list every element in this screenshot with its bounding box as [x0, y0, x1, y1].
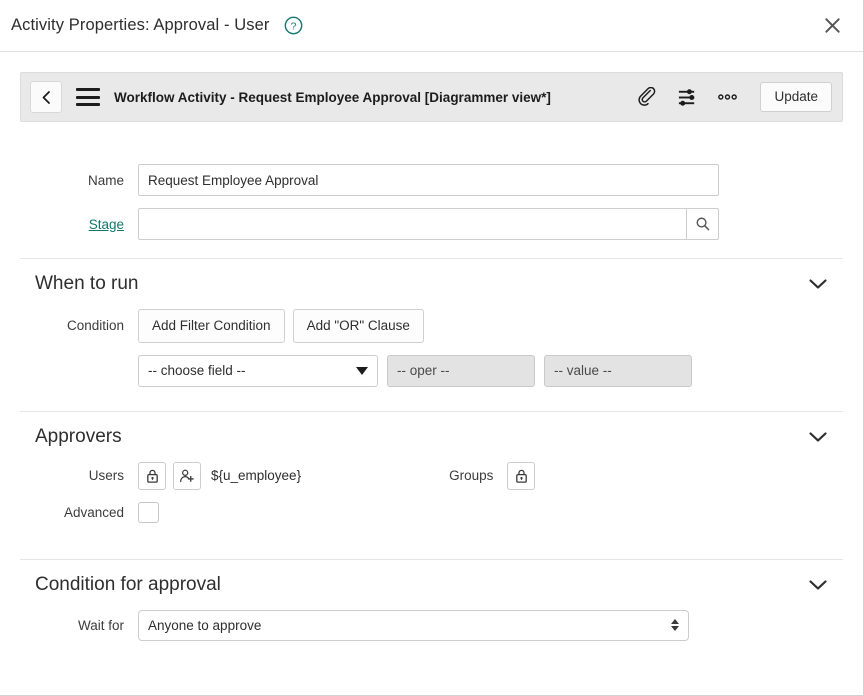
name-row: Name — [20, 164, 843, 196]
condition-label: Condition — [20, 318, 138, 333]
operator-field[interactable]: -- oper -- — [387, 355, 535, 387]
stage-label-link[interactable]: Stage — [89, 217, 124, 232]
search-icon[interactable] — [686, 208, 719, 240]
form-toolbar-actions: Update — [636, 82, 832, 112]
users-row: Users — [20, 462, 843, 490]
section-condition-for-approval: Condition for approval Wait for Anyone t… — [20, 559, 843, 659]
chevron-down-icon[interactable] — [807, 574, 829, 596]
section-when-to-run: When to run Condition Add Filter Conditi… — [20, 258, 843, 393]
close-icon[interactable] — [815, 9, 849, 43]
wait-for-value: Anyone to approve — [148, 618, 261, 633]
groups-label: Groups — [449, 468, 507, 483]
stage-input[interactable] — [138, 208, 686, 240]
more-horizontal-icon[interactable] — [716, 86, 738, 108]
stage-reference-group — [138, 208, 719, 240]
condition-row: Condition Add Filter Condition Add "OR" … — [20, 309, 843, 343]
form-title: Workflow Activity - Request Employee App… — [114, 90, 636, 105]
wait-for-label: Wait for — [20, 618, 138, 633]
form-toolbar: Workflow Activity - Request Employee App… — [20, 72, 843, 122]
add-filter-condition-button[interactable]: Add Filter Condition — [138, 309, 285, 343]
users-label: Users — [20, 468, 138, 483]
operator-value: -- oper -- — [397, 363, 450, 378]
lock-icon[interactable] — [507, 462, 535, 490]
form-body: Name Stage When to run — [0, 164, 863, 659]
advanced-label: Advanced — [20, 505, 138, 520]
form-toolbar-wrap: Workflow Activity - Request Employee App… — [0, 52, 863, 122]
wait-for-row: Wait for Anyone to approve — [20, 610, 843, 641]
chevron-down-icon[interactable] — [807, 426, 829, 448]
question-circle-icon[interactable]: ? — [284, 16, 303, 35]
section-header-when-to-run[interactable]: When to run — [20, 259, 843, 309]
stage-label: Stage — [20, 217, 138, 232]
name-input[interactable] — [138, 164, 719, 196]
add-user-icon[interactable] — [173, 462, 201, 490]
value-value: -- value -- — [554, 363, 612, 378]
section-title: When to run — [35, 273, 139, 295]
section-title: Condition for approval — [35, 574, 221, 596]
advanced-checkbox[interactable] — [138, 502, 159, 523]
paperclip-icon[interactable] — [636, 86, 658, 108]
section-header-condition-for-approval[interactable]: Condition for approval — [20, 560, 843, 610]
choose-field-select[interactable]: -- choose field -- — [138, 355, 378, 387]
dialog-titlebar: Activity Properties: Approval - User ? — [0, 0, 863, 52]
section-approvers: Approvers Users — [20, 411, 843, 541]
users-value: ${u_employee} — [211, 468, 301, 483]
svg-text:?: ? — [290, 22, 296, 33]
sliders-icon[interactable] — [676, 86, 698, 108]
section-title: Approvers — [35, 426, 122, 448]
section-header-approvers[interactable]: Approvers — [20, 412, 843, 462]
stage-row: Stage — [20, 208, 843, 240]
filter-condition-row: -- choose field -- -- oper -- -- value -… — [138, 355, 843, 387]
choose-field-value: -- choose field -- — [148, 363, 246, 378]
page-title: Activity Properties: Approval - User — [11, 16, 270, 35]
section-body-approvers: Users — [20, 462, 843, 541]
wait-for-select[interactable]: Anyone to approve — [138, 610, 689, 641]
section-body-when-to-run: Condition Add Filter Condition Add "OR" … — [20, 309, 843, 393]
section-body-condition-for-approval: Wait for Anyone to approve — [20, 610, 843, 659]
stepper-arrows-icon — [671, 619, 679, 631]
chevron-left-icon[interactable] — [30, 81, 62, 113]
update-button[interactable]: Update — [760, 82, 832, 112]
advanced-row: Advanced — [20, 502, 843, 523]
lock-icon[interactable] — [138, 462, 166, 490]
hamburger-menu-icon[interactable] — [76, 88, 100, 106]
activity-properties-dialog: Activity Properties: Approval - User ? — [0, 0, 864, 696]
chevron-down-icon — [356, 367, 368, 375]
chevron-down-icon[interactable] — [807, 273, 829, 295]
name-label: Name — [20, 173, 138, 188]
add-or-clause-button[interactable]: Add "OR" Clause — [293, 309, 424, 343]
value-field[interactable]: -- value -- — [544, 355, 692, 387]
